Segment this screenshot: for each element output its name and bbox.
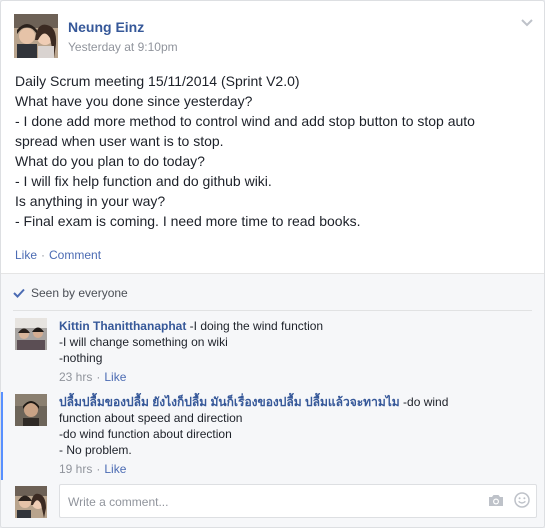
comment-text-line: function about speed and direction [59,411,243,425]
comment-like-link[interactable]: Like [104,462,126,476]
comment-text-line: - No problem. [59,443,132,457]
separator-dot: · [96,462,101,476]
new-comment-indicator [1,392,3,480]
post-text-line: What have you done since yesterday? [15,93,253,109]
feed-post-card: Neung Einz Yesterday at 9:10pm Daily Scr… [0,0,545,528]
post-text-line: - Final exam is coming. I need more time… [15,213,361,229]
comment-meta: 23 hrs · Like [59,369,534,385]
post-author-name[interactable]: Neung Einz [68,19,144,35]
comment-input[interactable] [66,492,470,512]
comment-text-line: -do wind [403,395,449,409]
author-avatar[interactable] [14,14,58,58]
post-text-line: Daily Scrum meeting 15/11/2014 (Sprint V… [15,73,300,89]
comment-meta: 19 hrs · Like [59,461,534,477]
comment-time[interactable]: 23 hrs [59,370,92,384]
comments-section: Seen by everyone Kittin Thanitthanaphat … [1,273,544,527]
smiley-icon[interactable] [514,492,530,508]
commenter-name[interactable]: Kittin Thanitthanaphat [59,319,186,333]
comment-time[interactable]: 19 hrs [59,462,92,476]
comment-body: ปลื้มปลื้มของปลื้ม ยังไงก็ปลื้ม มันก็เรื… [59,394,534,477]
separator-dot: · [41,248,46,262]
comment-text-line: -I doing the wind function [189,319,324,333]
comment-text-line: -I will change something on wiki [59,335,228,349]
comment-text-line: -nothing [59,351,103,365]
commenter-name[interactable]: ปลื้มปลื้มของปลื้ม ยังไงก็ปลื้ม มันก็เรื… [59,395,400,409]
comment-like-link[interactable]: Like [104,370,126,384]
post-text: Daily Scrum meeting 15/11/2014 (Sprint V… [15,71,535,231]
separator-dot: · [96,370,101,384]
post-text-line: - I done add more method to control wind… [15,113,475,129]
post-text-line: What do you plan to do today? [15,153,205,169]
chevron-down-icon[interactable] [520,15,534,27]
comment-input-box[interactable] [59,484,537,518]
comment-link[interactable]: Comment [49,248,101,262]
comment-composer [15,484,537,520]
seen-by-indicator: Seen by everyone [13,286,128,300]
like-link[interactable]: Like [15,248,37,262]
seen-by-label: Seen by everyone [31,286,128,300]
check-icon [13,287,25,298]
post-actions: Like · Comment [15,248,101,262]
post-text-line: - I will fix help function and do github… [15,173,272,189]
comment-body: Kittin Thanitthanaphat -I doing the wind… [59,318,534,385]
comment-text-line: -do wind function about direction [59,427,232,441]
divider [13,310,532,311]
post-timestamp[interactable]: Yesterday at 9:10pm [68,40,178,54]
camera-icon[interactable] [488,493,504,507]
current-user-avatar [15,486,47,518]
post-text-line: spread when user want is to stop. [15,133,224,149]
commenter-avatar[interactable] [15,318,47,350]
post-text-line: Is anything in your way? [15,193,166,209]
commenter-avatar[interactable] [15,394,47,426]
